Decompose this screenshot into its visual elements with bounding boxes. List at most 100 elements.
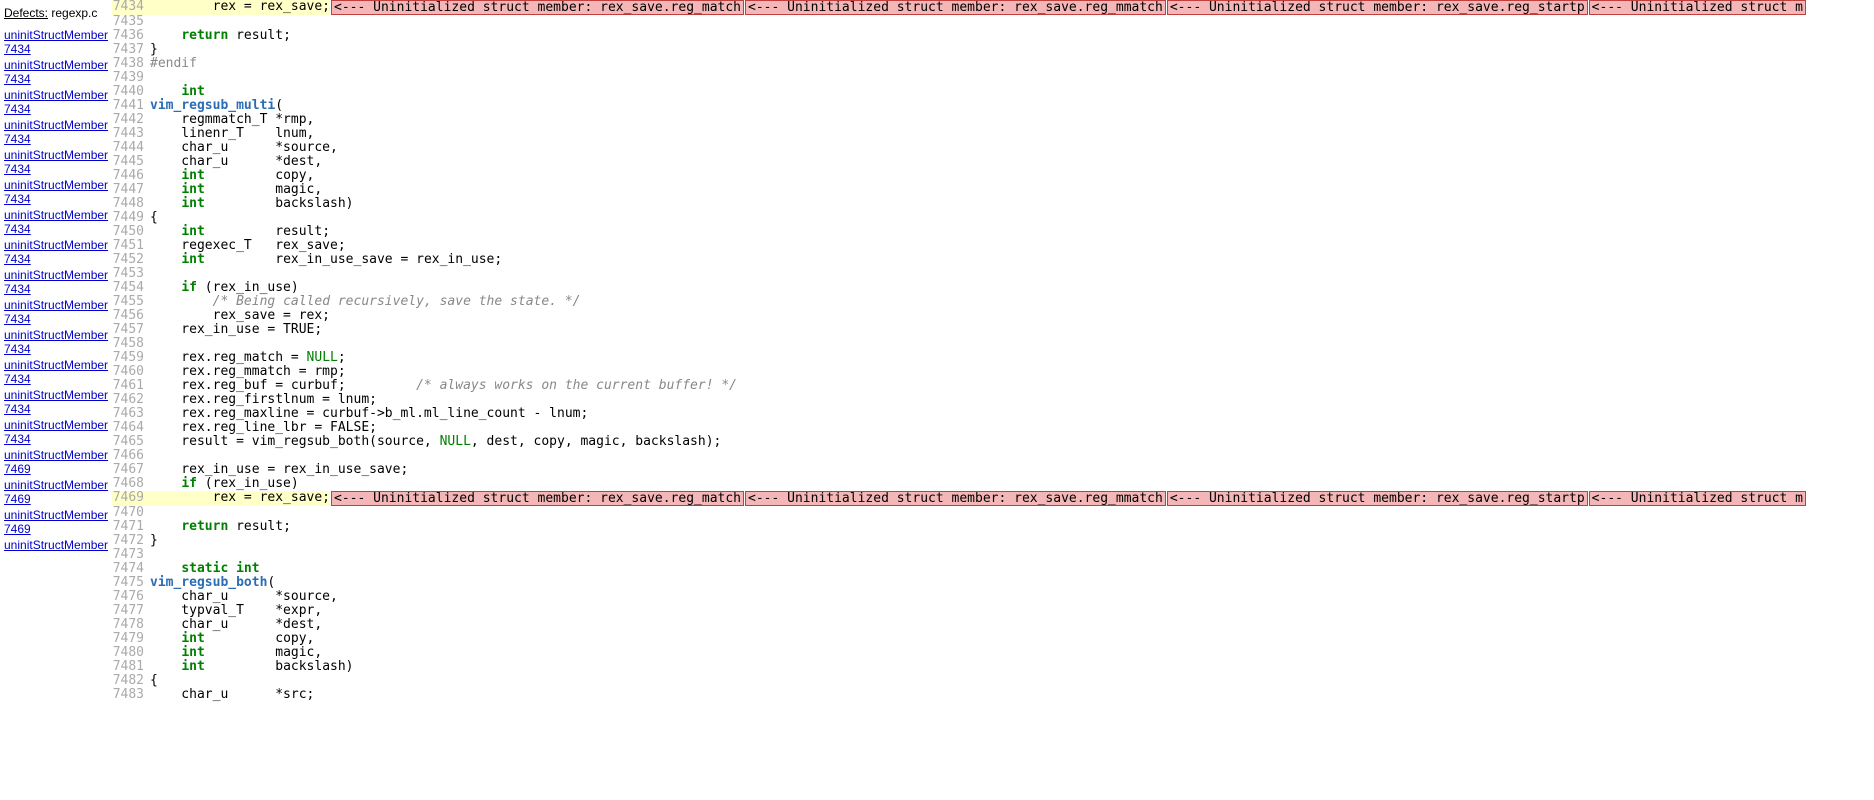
- defect-link[interactable]: uninitStructMember 7469: [4, 478, 108, 506]
- defect-link[interactable]: uninitStructMember 7434: [4, 28, 108, 56]
- line-number: 7438: [112, 57, 150, 71]
- line-number: 7474: [112, 562, 150, 576]
- line-number: 7441: [112, 99, 150, 113]
- line-number: 7481: [112, 660, 150, 674]
- code-area[interactable]: 7434 rex = rex_save;<--- Uninitialized s…: [112, 0, 1874, 800]
- code-line: 7445 char_u *dest,: [112, 155, 1874, 169]
- line-number: 7448: [112, 197, 150, 211]
- defect-item: uninitStructMember 7434: [4, 238, 108, 266]
- line-number: 7443: [112, 127, 150, 141]
- defects-header: Defects: regexp.c: [4, 6, 108, 20]
- defect-annotation[interactable]: <--- Uninitialized struct member: rex_sa…: [331, 0, 744, 15]
- code-content: vim_regsub_multi(: [150, 99, 283, 113]
- code-line: 7470: [112, 506, 1874, 520]
- line-number: 7436: [112, 29, 150, 43]
- line-number: 7437: [112, 43, 150, 57]
- defect-link[interactable]: uninitStructMember 7434: [4, 88, 108, 116]
- defect-annotation[interactable]: <--- Uninitialized struct member: rex_sa…: [331, 491, 744, 506]
- defect-link[interactable]: uninitStructMember 7469: [4, 508, 108, 536]
- defect-link[interactable]: uninitStructMember 7434: [4, 238, 108, 266]
- code-content: int magic,: [150, 183, 322, 197]
- code-line: 7462 rex.reg_firstlnum = lnum;: [112, 393, 1874, 407]
- code-line: 7441vim_regsub_multi(: [112, 99, 1874, 113]
- code-content: int rex_in_use_save = rex_in_use;: [150, 253, 502, 267]
- defect-item: uninitStructMember 7434: [4, 388, 108, 416]
- line-number: 7470: [112, 506, 150, 520]
- line-number: 7434: [112, 0, 150, 15]
- code-line: 7450 int result;: [112, 225, 1874, 239]
- defect-link[interactable]: uninitStructMember 7434: [4, 418, 108, 446]
- code-content: {: [150, 211, 158, 225]
- code-content: int copy,: [150, 632, 314, 646]
- defect-link[interactable]: uninitStructMember 7434: [4, 358, 108, 386]
- code-content: {: [150, 674, 158, 688]
- defect-link[interactable]: uninitStructMember 7434: [4, 328, 108, 356]
- line-number: 7482: [112, 674, 150, 688]
- line-number: 7471: [112, 520, 150, 534]
- line-number: 7449: [112, 211, 150, 225]
- defect-item: uninitStructMember 7434: [4, 358, 108, 386]
- line-number: 7458: [112, 337, 150, 351]
- line-number: 7447: [112, 183, 150, 197]
- code-content: rex.reg_maxline = curbuf->b_ml.ml_line_c…: [150, 407, 588, 421]
- code-line: 7454 if (rex_in_use): [112, 281, 1874, 295]
- sidebar: Defects: regexp.c uninitStructMember 743…: [0, 0, 112, 800]
- line-number: 7478: [112, 618, 150, 632]
- defect-item: uninitStructMember 7434: [4, 418, 108, 446]
- code-content: int backslash): [150, 660, 354, 674]
- defect-item: uninitStructMember: [4, 538, 108, 552]
- defect-link[interactable]: uninitStructMember 7434: [4, 148, 108, 176]
- line-number: 7459: [112, 351, 150, 365]
- defect-list: uninitStructMember 7434uninitStructMembe…: [4, 28, 108, 552]
- line-number: 7461: [112, 379, 150, 393]
- defect-link[interactable]: uninitStructMember 7434: [4, 178, 108, 206]
- defect-link[interactable]: uninitStructMember: [4, 538, 108, 552]
- code-line: 7451 regexec_T rex_save;: [112, 239, 1874, 253]
- line-number: 7477: [112, 604, 150, 618]
- defect-link[interactable]: uninitStructMember 7434: [4, 268, 108, 296]
- line-number: 7473: [112, 548, 150, 562]
- defect-link[interactable]: uninitStructMember 7434: [4, 58, 108, 86]
- defect-annotation[interactable]: <--- Uninitialized struct m: [1589, 0, 1806, 15]
- code-content: linenr_T lnum,: [150, 127, 314, 141]
- code-line: 7456 rex_save = rex;: [112, 309, 1874, 323]
- code-content: return result;: [150, 29, 291, 43]
- code-content: rex.reg_match = NULL;: [150, 351, 346, 365]
- defect-annotation[interactable]: <--- Uninitialized struct member: rex_sa…: [745, 491, 1166, 506]
- code-content: return result;: [150, 520, 291, 534]
- defect-link[interactable]: uninitStructMember 7434: [4, 118, 108, 146]
- defect-link[interactable]: uninitStructMember 7434: [4, 388, 108, 416]
- defect-annotation[interactable]: <--- Uninitialized struct member: rex_sa…: [1167, 491, 1588, 506]
- code-line: 7453: [112, 267, 1874, 281]
- defect-link[interactable]: uninitStructMember 7434: [4, 298, 108, 326]
- defect-annotation[interactable]: <--- Uninitialized struct m: [1589, 491, 1806, 506]
- code-content: vim_regsub_both(: [150, 576, 275, 590]
- code-line: 7474 static int: [112, 562, 1874, 576]
- defect-item: uninitStructMember 7469: [4, 448, 108, 476]
- line-number: 7444: [112, 141, 150, 155]
- code-content: rex = rex_save;: [150, 0, 330, 15]
- defect-annotation[interactable]: <--- Uninitialized struct member: rex_sa…: [745, 0, 1166, 15]
- code-content: if (rex_in_use): [150, 281, 299, 295]
- defect-link[interactable]: uninitStructMember 7434: [4, 208, 108, 236]
- code-line: 7471 return result;: [112, 520, 1874, 534]
- defect-link[interactable]: uninitStructMember 7469: [4, 448, 108, 476]
- code-content: rex_in_use = TRUE;: [150, 323, 322, 337]
- code-line: 7464 rex.reg_line_lbr = FALSE;: [112, 421, 1874, 435]
- line-number: 7439: [112, 71, 150, 85]
- defect-item: uninitStructMember 7434: [4, 58, 108, 86]
- code-line: 7437}: [112, 43, 1874, 57]
- line-number: 7462: [112, 393, 150, 407]
- defect-annotation[interactable]: <--- Uninitialized struct member: rex_sa…: [1167, 0, 1588, 15]
- defect-item: uninitStructMember 7434: [4, 178, 108, 206]
- defect-item: uninitStructMember 7434: [4, 28, 108, 56]
- code-line: 7480 int magic,: [112, 646, 1874, 660]
- code-line: 7467 rex_in_use = rex_in_use_save;: [112, 463, 1874, 477]
- line-number: 7469: [112, 491, 150, 506]
- line-number: 7440: [112, 85, 150, 99]
- code-line: 7477 typval_T *expr,: [112, 604, 1874, 618]
- defects-label: Defects:: [4, 6, 48, 20]
- code-line: 7446 int copy,: [112, 169, 1874, 183]
- code-content: int backslash): [150, 197, 354, 211]
- line-number: 7456: [112, 309, 150, 323]
